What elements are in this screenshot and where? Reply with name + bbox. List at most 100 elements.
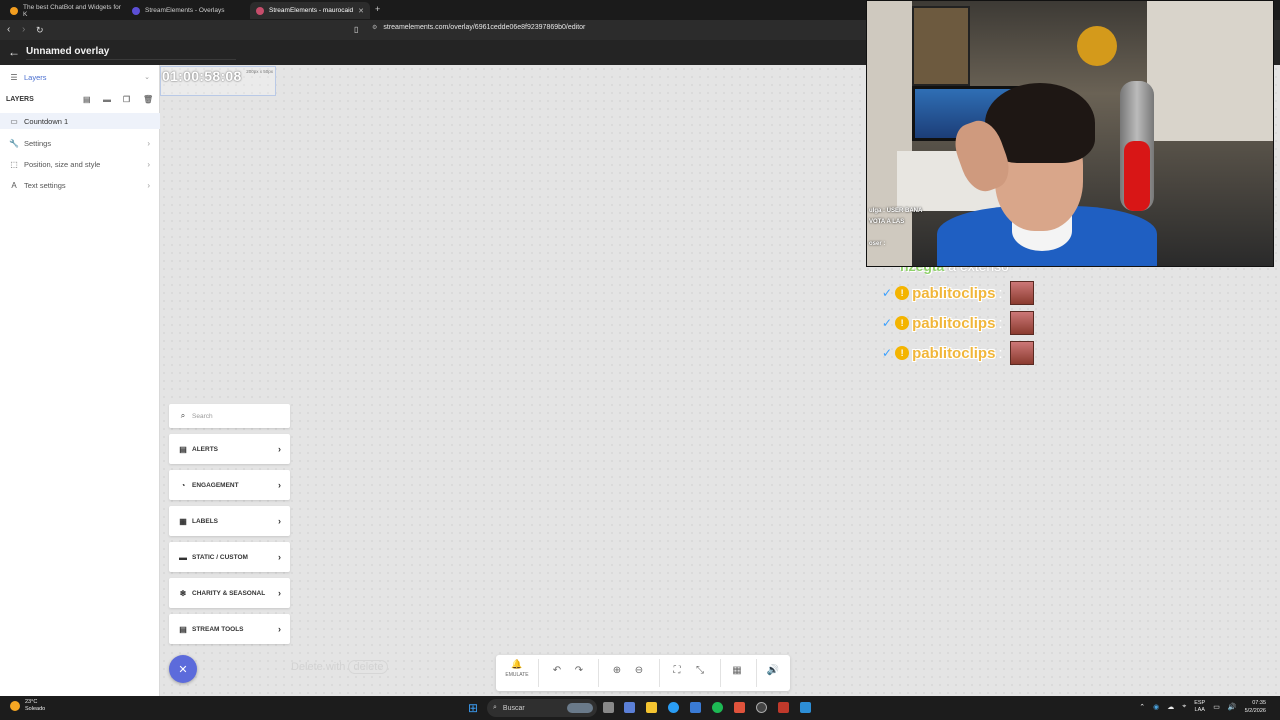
weather-temp: 23°C	[25, 699, 38, 705]
chevron-right-icon: ›	[278, 516, 281, 526]
app-icon[interactable]	[778, 702, 789, 713]
settings-item-settings[interactable]: 🔧 Settings ›	[0, 135, 160, 151]
settings-item-position[interactable]: ⬚ Position, size and style ›	[0, 156, 160, 172]
chevron-right-icon: ›	[278, 552, 281, 562]
clock-time: 07:35	[1252, 700, 1266, 706]
emulate-label: EMULATE	[505, 672, 529, 678]
tab-title: The best ChatBot and Widgets for K	[23, 3, 121, 18]
alerts-icon: ▤	[179, 444, 187, 454]
static-icon: ▬	[179, 552, 187, 562]
grid-icon[interactable]: ▦	[730, 665, 744, 676]
emulate-button[interactable]: 🔔 EMULATE	[502, 659, 532, 687]
windows-start-icon[interactable]: ⊞	[468, 701, 478, 715]
duplicate-icon[interactable]: ❐	[123, 95, 130, 104]
site-info-icon[interactable]: ⚙	[372, 24, 377, 31]
bookmark-icon[interactable]: ▯	[354, 24, 358, 36]
sun-icon	[10, 701, 20, 711]
store-icon[interactable]	[690, 702, 701, 713]
widgets-icon[interactable]	[624, 702, 635, 713]
category-engagement[interactable]: ◔ ENGAGEMENT ›	[169, 470, 290, 500]
brave-icon[interactable]	[734, 702, 745, 713]
add-folder-icon[interactable]: ▤	[83, 95, 91, 104]
undo-icon[interactable]: ↶	[550, 665, 564, 676]
category-alerts[interactable]: ▤ ALERTS ›	[169, 434, 290, 464]
layers-dropdown[interactable]: ☰ Layers ⌄	[0, 70, 160, 84]
tray-app-icon[interactable]: ◉	[1153, 703, 1159, 711]
task-view-icon[interactable]	[603, 702, 614, 713]
settings-item-text[interactable]: A Text settings ›	[0, 177, 160, 193]
forward-icon[interactable]: ›	[22, 24, 25, 36]
close-icon: ✕	[178, 663, 188, 676]
chevron-right-icon: ›	[278, 624, 281, 634]
clock[interactable]: 07:35 5/2/2026	[1245, 699, 1266, 715]
cloud-icon[interactable]: ☁	[1167, 703, 1174, 711]
charity-icon: ❄	[179, 588, 187, 598]
spotify-icon[interactable]	[712, 702, 723, 713]
actual-size-icon[interactable]: ⤡	[693, 665, 707, 676]
trash-icon[interactable]: 🗑	[143, 95, 153, 104]
list-icon: ☰	[10, 72, 18, 82]
chevron-up-icon[interactable]: ⌃	[1139, 703, 1145, 711]
edge-icon[interactable]	[668, 702, 679, 713]
obs-icon[interactable]	[756, 702, 767, 713]
weather-widget[interactable]: 23°C Soleado	[10, 699, 45, 713]
emote-icon	[1009, 281, 1034, 305]
new-tab-button[interactable]: +	[375, 4, 380, 14]
file-explorer-icon[interactable]	[646, 702, 657, 713]
category-label: ALERTS	[192, 445, 218, 453]
folder-icon[interactable]: ▬	[103, 95, 111, 104]
layers-dropdown-label: Layers	[24, 72, 47, 82]
bell-icon: 🔔	[511, 659, 523, 669]
category-charity-seasonal[interactable]: ❄ CHARITY & SEASONAL ›	[169, 578, 290, 608]
taskbar-search[interactable]: ⌕ Buscar	[487, 699, 597, 717]
volume-icon[interactable]: 🔊	[766, 665, 780, 676]
location-icon[interactable]: ⌖	[1182, 703, 1186, 711]
chat-colon: :	[998, 284, 1003, 302]
category-labels[interactable]: ▦ LABELS ›	[169, 506, 290, 536]
notepad-icon[interactable]	[800, 702, 811, 713]
close-widget-menu-button[interactable]: ✕	[169, 655, 197, 683]
toolbar-divider	[538, 659, 539, 687]
url-field[interactable]: ⚙ streamelements.com/overlay/6961cedde06…	[372, 24, 585, 31]
hat-decoration	[1077, 26, 1117, 66]
zoom-in-icon[interactable]: ⊕	[610, 665, 624, 676]
chevron-down-icon: ⌄	[144, 74, 150, 81]
system-tray: ⌃ ◉ ☁ ⌖ ESP LAA ▭ 🔊 07:35 5/2/2026	[1139, 699, 1266, 715]
chevron-right-icon: ›	[278, 444, 281, 454]
zoom-out-icon[interactable]: ⊖	[632, 665, 646, 676]
tab-title: StreamElements - Overlays	[145, 7, 225, 14]
language-indicator[interactable]: ESP LAA	[1194, 700, 1205, 714]
fit-screen-icon[interactable]: ⛶	[670, 665, 684, 676]
reload-icon[interactable]: ↻	[36, 24, 44, 36]
layers-section-header: LAYERS ▤ ▬ ❐ 🗑	[0, 92, 160, 106]
layer-item-countdown[interactable]: ▭ Countdown 1	[0, 113, 160, 129]
redo-icon[interactable]: ↷	[572, 665, 586, 676]
category-stream-tools[interactable]: ▤ STREAM TOOLS ›	[169, 614, 290, 644]
browser-tab-3[interactable]: StreamElements - maurocaid ✕	[250, 2, 370, 19]
monitor-icon[interactable]: ▭	[1213, 703, 1220, 711]
editor-toolbar: 🔔 EMULATE ↶ ↷ ⊕ ⊖ ⛶ ⤡ ▦ 🔊	[496, 655, 790, 691]
back-arrow-icon[interactable]: ←	[8, 45, 20, 59]
badge-icon: !	[895, 346, 910, 360]
overlay-title[interactable]: Unnamed overlay	[26, 46, 109, 57]
widget-search-input[interactable]: ⌕ Search	[169, 404, 290, 428]
browser-tab-2[interactable]: StreamElements - Overlays	[126, 2, 246, 19]
close-tab-icon[interactable]: ✕	[358, 7, 364, 15]
browser-tab-1[interactable]: The best ChatBot and Widgets for K	[4, 2, 122, 19]
language-code: ESP	[1194, 700, 1206, 706]
wall-right	[1147, 1, 1273, 141]
emote-icon	[1009, 341, 1034, 365]
chat-username: pablitoclips	[912, 314, 996, 332]
volume-icon[interactable]: 🔊	[1228, 703, 1237, 711]
countdown-widget[interactable]: 01:00:58:08 200px x 50px	[160, 66, 276, 96]
chat-colon: :	[998, 314, 1003, 332]
search-placeholder: Search	[192, 412, 213, 420]
chevron-right-icon: ›	[278, 588, 281, 598]
back-icon[interactable]: ‹	[7, 24, 10, 36]
category-static-custom[interactable]: ▬ STATIC / CUSTOM ›	[169, 542, 290, 572]
labels-icon: ▦	[179, 516, 187, 526]
settings-item-label: Text settings	[24, 180, 66, 190]
streamelements-favicon-icon	[10, 6, 18, 15]
delete-hint-text: Delete with	[291, 661, 346, 673]
chevron-right-icon: ›	[147, 159, 150, 169]
